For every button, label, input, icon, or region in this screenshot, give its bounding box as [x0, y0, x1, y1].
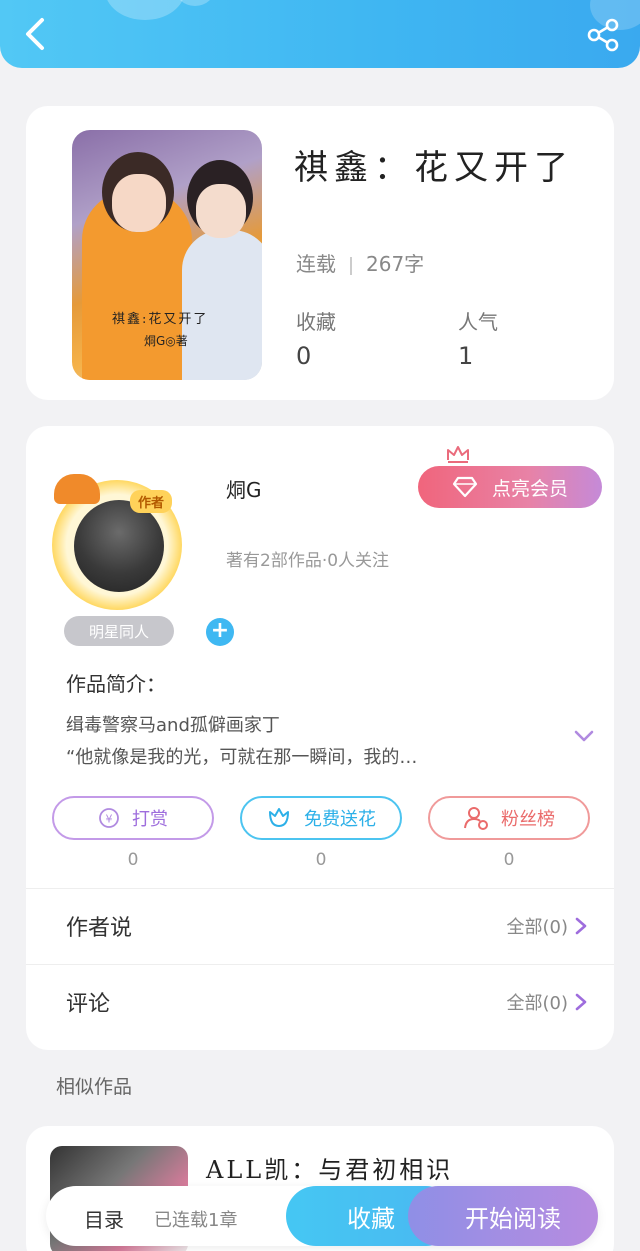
author-notes-link[interactable]: 全部(0): [507, 913, 589, 939]
vip-button[interactable]: 点亮会员: [418, 466, 602, 508]
avatar[interactable]: 作者: [42, 470, 206, 618]
similar-section-title: 相似作品: [56, 1076, 133, 1098]
word-count: 267字: [366, 252, 425, 276]
comments-label: 评论: [66, 991, 111, 1017]
share-icon[interactable]: [586, 18, 620, 52]
comments-all: 全部(0): [506, 992, 569, 1014]
author-notes-all: 全部(0): [506, 916, 569, 938]
chevron-down-icon[interactable]: [572, 726, 596, 746]
popularity-count: 1: [458, 342, 474, 370]
intro-text[interactable]: 缉毒警察马and孤僻画家丁 “他就像是我的光，可就在那一瞬间，我的…: [66, 710, 546, 774]
send-flower-label: 免费送花: [304, 809, 376, 830]
toc-button[interactable]: 目录: [84, 1204, 124, 1233]
chevron-left-icon[interactable]: [20, 16, 52, 52]
comments-row[interactable]: 评论 全部(0): [26, 964, 614, 1038]
collect-count: 0: [296, 342, 312, 370]
cover-author-text: 烔G◎著: [144, 334, 188, 348]
book-meta: 连载 267字: [296, 248, 424, 277]
intro-line: “他就像是我的光，可就在那一瞬间，我的…: [66, 747, 418, 768]
top-header: [0, 0, 640, 68]
crown-icon: [447, 446, 469, 463]
fans-ranking-label: 粉丝榜: [501, 809, 555, 830]
flower-count: 0: [315, 850, 327, 870]
start-reading-button[interactable]: 开始阅读: [408, 1186, 598, 1246]
cover-figure: [182, 230, 262, 380]
author-badge: 作者: [130, 490, 173, 513]
chevron-right-icon: [575, 917, 587, 934]
header-decoration: [105, 0, 185, 20]
author-stats: 著有2部作品·0人关注: [226, 551, 390, 571]
intro-line: 缉毒警察马and孤僻画家丁: [66, 715, 280, 736]
add-tag-button[interactable]: +: [206, 618, 234, 646]
chapter-status: 已连载1章: [154, 1210, 238, 1231]
similar-book-title[interactable]: ALL凯：与君初相识: [206, 1150, 453, 1185]
cover-figure: [112, 174, 166, 232]
author-notes-label: 作者说: [66, 915, 133, 941]
bottom-action-bar: 目录 已连载1章 收藏 开始阅读: [46, 1186, 598, 1246]
user-ranking-icon: [464, 807, 488, 830]
author-card: 作者 烔G 点亮会员 著有2部作品·0人关注 明星同人 + 作品简介： 缉毒警察…: [26, 426, 614, 1050]
genre-tag[interactable]: 明星同人: [64, 616, 174, 646]
yen-icon: ¥: [99, 808, 119, 828]
popularity-label: 人气: [458, 310, 498, 334]
diamond-icon: [452, 476, 478, 498]
cover-figure: [196, 184, 246, 238]
reward-count: 0: [127, 850, 139, 870]
book-info-card: 祺鑫:花又开了 烔G◎著 祺鑫：花又开了 连载 267字 收藏 人气 0 1: [26, 106, 614, 400]
book-cover[interactable]: 祺鑫:花又开了 烔G◎著: [72, 130, 262, 380]
book-title: 祺鑫：花又开了: [294, 148, 574, 188]
comments-link[interactable]: 全部(0): [507, 989, 589, 1015]
flower-icon: [269, 808, 289, 827]
author-notes-row[interactable]: 作者说 全部(0): [26, 888, 614, 962]
cover-title-text: 祺鑫:花又开了: [112, 312, 209, 327]
avatar-image: [74, 500, 164, 592]
collect-label: 收藏: [296, 310, 336, 334]
svg-text:¥: ¥: [106, 813, 113, 826]
fans-ranking-button[interactable]: 粉丝榜: [428, 796, 590, 840]
author-name[interactable]: 烔G: [226, 474, 262, 503]
vip-button-label: 点亮会员: [491, 477, 568, 500]
chevron-right-icon: [575, 993, 587, 1010]
intro-title: 作品简介：: [66, 672, 166, 696]
avatar-decoration: [54, 474, 100, 504]
fans-count: 0: [503, 850, 515, 870]
divider: [350, 256, 352, 275]
reward-button[interactable]: ¥ 打赏: [52, 796, 214, 840]
book-status: 连载: [296, 252, 336, 276]
reward-label: 打赏: [132, 809, 168, 830]
send-flower-button[interactable]: 免费送花: [240, 796, 402, 840]
